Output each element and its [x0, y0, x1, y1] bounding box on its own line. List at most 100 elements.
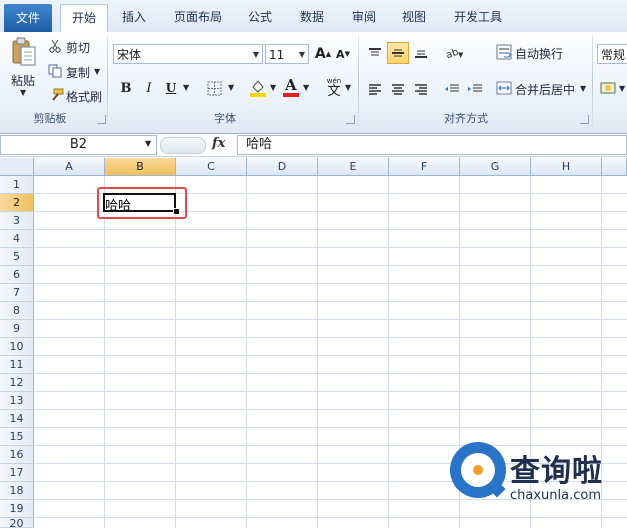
- tab-review[interactable]: 审阅: [344, 5, 384, 31]
- number-format-value: 常规: [601, 48, 626, 62]
- underline-button[interactable]: U: [163, 78, 179, 98]
- format-painter-button[interactable]: 格式刷: [66, 88, 102, 105]
- row-header-11[interactable]: 11: [0, 356, 34, 374]
- align-right-button[interactable]: [410, 78, 432, 100]
- alignment-group-label: 对齐方式: [444, 112, 488, 125]
- clipboard-launcher-icon[interactable]: [97, 115, 106, 124]
- fill-color-dropdown-icon[interactable]: ▼: [270, 83, 276, 92]
- cut-button[interactable]: 剪切: [66, 39, 90, 56]
- phonetic-char: 文: [327, 84, 341, 99]
- row-header-8[interactable]: 8: [0, 302, 34, 320]
- row-header-19[interactable]: 19: [0, 500, 34, 518]
- column-header-b[interactable]: B: [105, 158, 176, 176]
- accounting-dropdown-icon[interactable]: ▼: [619, 84, 625, 93]
- row-header-13[interactable]: 13: [0, 392, 34, 410]
- wrap-text-button[interactable]: 自动换行: [515, 45, 563, 62]
- column-header-e[interactable]: E: [318, 158, 389, 176]
- font-name-value: 宋体: [117, 48, 142, 62]
- row-header-14[interactable]: 14: [0, 410, 34, 428]
- align-left-icon: [369, 84, 381, 95]
- name-box-value: B2: [69, 137, 88, 152]
- row-header-9[interactable]: 9: [0, 320, 34, 338]
- copy-button[interactable]: 复制: [66, 64, 90, 81]
- column-header-f[interactable]: F: [389, 158, 460, 176]
- number-format-select[interactable]: 常规: [597, 44, 627, 64]
- borders-dropdown-icon[interactable]: ▼: [228, 83, 234, 92]
- middle-align-button[interactable]: [387, 42, 409, 64]
- align-right-icon: [415, 84, 427, 95]
- row-header-15[interactable]: 15: [0, 428, 34, 446]
- select-all-corner[interactable]: [0, 158, 34, 176]
- increase-indent-button[interactable]: [464, 78, 486, 100]
- insert-function-icon[interactable]: fx: [212, 136, 225, 151]
- name-box-dropdown-icon[interactable]: ▼: [145, 139, 151, 148]
- row-header-18[interactable]: 18: [0, 482, 34, 500]
- tab-page-layout[interactable]: 页面布局: [166, 5, 230, 31]
- row-header-10[interactable]: 10: [0, 338, 34, 356]
- row-header-1[interactable]: 1: [0, 176, 34, 194]
- underline-dropdown-icon[interactable]: ▼: [183, 83, 189, 92]
- phonetic-dropdown-icon[interactable]: ▼: [345, 83, 351, 92]
- borders-icon[interactable]: [206, 80, 222, 96]
- phonetic-guide-button[interactable]: wén 文: [322, 76, 346, 100]
- column-header-d[interactable]: D: [247, 158, 318, 176]
- svg-text:A: A: [284, 76, 297, 94]
- font-color-dropdown-icon[interactable]: ▼: [303, 83, 309, 92]
- row-header-2[interactable]: 2: [0, 194, 34, 212]
- tab-developer[interactable]: 开发工具: [446, 5, 510, 31]
- font-name-select[interactable]: 宋体 ▼: [113, 44, 263, 64]
- row-header-12[interactable]: 12: [0, 374, 34, 392]
- font-color-icon[interactable]: A: [282, 76, 300, 98]
- row-header-16[interactable]: 16: [0, 446, 34, 464]
- row-header-6[interactable]: 6: [0, 266, 34, 284]
- column-header-a[interactable]: A: [34, 158, 105, 176]
- align-left-button[interactable]: [364, 78, 386, 100]
- tab-insert[interactable]: 插入: [114, 5, 154, 31]
- column-header-partial[interactable]: [602, 158, 627, 176]
- copy-dropdown-icon[interactable]: ▼: [94, 67, 100, 76]
- group-separator: [592, 36, 593, 128]
- formula-input[interactable]: 哈哈: [237, 135, 627, 155]
- column-header-c[interactable]: C: [176, 158, 247, 176]
- orientation-button[interactable]: ab ▼: [442, 42, 468, 64]
- bold-button[interactable]: B: [118, 78, 134, 98]
- italic-button[interactable]: I: [141, 78, 157, 98]
- row-header-20[interactable]: 20: [0, 518, 34, 530]
- font-size-select[interactable]: 11 ▼: [265, 44, 309, 64]
- formula-expander-handle[interactable]: [160, 137, 206, 154]
- tab-home[interactable]: 开始: [60, 4, 108, 33]
- tab-file[interactable]: 文件: [4, 4, 52, 32]
- ribbon-tab-bar: 文件 开始 插入 页面布局 公式 数据 审阅 视图 开发工具: [0, 0, 627, 33]
- tab-data[interactable]: 数据: [292, 5, 332, 31]
- shrink-font-button[interactable]: A ▼: [334, 44, 352, 64]
- accounting-format-icon[interactable]: [600, 80, 618, 96]
- merge-center-button[interactable]: 合并后居中: [515, 81, 575, 98]
- font-launcher-icon[interactable]: [346, 115, 355, 124]
- paste-dropdown-icon[interactable]: ▼: [20, 88, 26, 97]
- paste-icon[interactable]: [10, 36, 38, 68]
- watermark-domain: chaxunla.com: [510, 488, 601, 503]
- row-header-7[interactable]: 7: [0, 284, 34, 302]
- top-align-button[interactable]: [364, 42, 386, 64]
- row-header-17[interactable]: 17: [0, 464, 34, 482]
- paste-button[interactable]: 粘贴: [11, 72, 35, 89]
- bottom-align-button[interactable]: [410, 42, 432, 64]
- grow-font-button[interactable]: A ▲: [314, 44, 332, 64]
- group-separator: [107, 36, 108, 128]
- row-header-3[interactable]: 3: [0, 212, 34, 230]
- alignment-launcher-icon[interactable]: [580, 115, 589, 124]
- chevron-down-icon: ▼: [298, 50, 305, 59]
- tab-view[interactable]: 视图: [394, 5, 434, 31]
- column-header-h[interactable]: H: [531, 158, 602, 176]
- column-header-g[interactable]: G: [460, 158, 531, 176]
- decrease-indent-button[interactable]: [441, 78, 463, 100]
- name-box[interactable]: B2: [0, 135, 157, 155]
- merge-dropdown-icon[interactable]: ▼: [580, 84, 586, 93]
- align-center-button[interactable]: [387, 78, 409, 100]
- row-header-5[interactable]: 5: [0, 248, 34, 266]
- fill-color-icon[interactable]: [249, 78, 267, 98]
- row-header-4[interactable]: 4: [0, 230, 34, 248]
- watermark-logo-dot: [473, 465, 483, 475]
- tab-formulas[interactable]: 公式: [240, 5, 280, 31]
- clipboard-group-label: 剪贴板: [33, 112, 67, 125]
